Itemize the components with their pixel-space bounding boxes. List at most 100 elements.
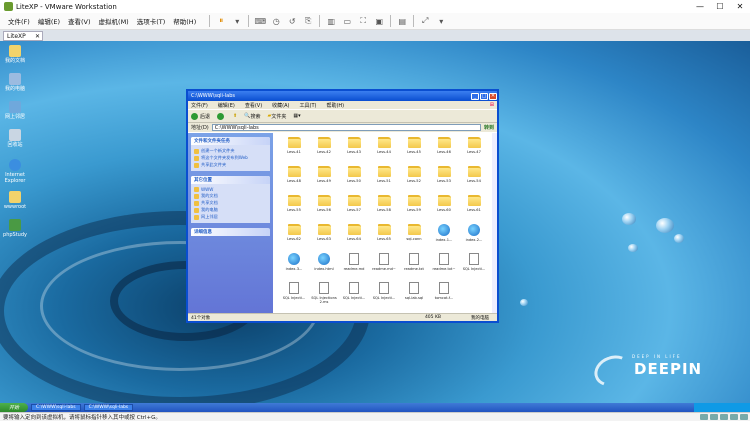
file-item[interactable]: readme.txt~	[429, 253, 459, 281]
file-item[interactable]: Less-41	[279, 137, 309, 165]
snapshot-icon[interactable]: ◷	[270, 15, 282, 27]
stretch-dropdown-icon[interactable]: ▾	[435, 15, 447, 27]
place-network[interactable]: 网上邻居	[194, 214, 267, 220]
ex-menu-edit[interactable]: 编辑(E)	[218, 102, 235, 109]
file-item[interactable]: SQL Injecti...	[459, 253, 489, 281]
snapshot-manager-icon[interactable]: ⎘	[302, 15, 314, 27]
forward-button[interactable]	[217, 112, 226, 120]
file-item[interactable]: Less-61	[459, 195, 489, 223]
dropdown-icon[interactable]: ▾	[231, 15, 243, 27]
file-item[interactable]: Less-62	[279, 224, 309, 252]
stretch-icon[interactable]: ⤢	[419, 15, 431, 27]
menu-edit[interactable]: 编辑(E)	[34, 16, 64, 26]
file-item[interactable]: Less-49	[309, 166, 339, 194]
file-item[interactable]: sql-conn	[399, 224, 429, 252]
desktop-icon-wwwroot[interactable]: wwwroot	[3, 191, 27, 210]
file-item[interactable]: Less-63	[309, 224, 339, 252]
explorer-window[interactable]: C:\WWW\sqli-labs _ □ ✕ 文件(F) 编辑(E) 查看(V)…	[186, 89, 499, 323]
file-item[interactable]: Less-42	[309, 137, 339, 165]
file-item[interactable]: sql-lab.sql	[399, 282, 429, 310]
file-item[interactable]: Less-50	[339, 166, 369, 194]
thumbnail-icon[interactable]: ▭	[341, 15, 353, 27]
file-item[interactable]: Less-48	[279, 166, 309, 194]
ex-menu-tools[interactable]: 工具(T)	[300, 102, 317, 109]
file-item[interactable]: Less-46	[429, 137, 459, 165]
desktop-icon-network[interactable]: 网上邻居	[3, 101, 27, 120]
file-list-scrollbar[interactable]	[492, 133, 497, 313]
details-header[interactable]: 详细信息	[191, 228, 270, 236]
desktop-icon-recycle-bin[interactable]: 回收站	[3, 129, 27, 148]
explorer-maximize-button[interactable]: □	[480, 92, 488, 100]
desktop-icon-my-documents[interactable]: 我的文档	[3, 45, 27, 64]
menu-file[interactable]: 文件(F)	[4, 16, 34, 26]
cdrom-icon[interactable]	[710, 414, 718, 420]
fullscreen-icon[interactable]: ⛶	[357, 15, 369, 27]
explorer-titlebar[interactable]: C:\WWW\sqli-labs _ □ ✕	[188, 91, 497, 101]
file-item[interactable]: SQL Injections 2.ms	[309, 282, 339, 310]
task-new-folder[interactable]: 创建一个新文件夹	[194, 148, 267, 154]
up-folder-button[interactable]: ⬆	[233, 113, 237, 119]
file-item[interactable]: readme.txt	[399, 253, 429, 281]
address-field[interactable]: C:\WWW\sqli-labs	[211, 124, 481, 131]
tab-close-icon[interactable]: ✕	[35, 33, 40, 40]
search-button[interactable]: 🔍 搜索	[244, 113, 260, 120]
file-item[interactable]: Less-58	[369, 195, 399, 223]
place-www[interactable]: WWW	[194, 187, 267, 192]
file-item[interactable]: Less-52	[399, 166, 429, 194]
ex-menu-favorites[interactable]: 收藏(A)	[272, 102, 289, 109]
file-item[interactable]: index-3...	[279, 253, 309, 281]
file-item[interactable]: SQL Injecti...	[279, 282, 309, 310]
desktop-icon-my-computer[interactable]: 我的电脑	[3, 73, 27, 92]
file-item[interactable]: tomcat-f...	[429, 282, 459, 310]
usb-icon[interactable]	[730, 414, 738, 420]
file-item[interactable]: SQL Injecti...	[369, 282, 399, 310]
file-item[interactable]: Less-60	[429, 195, 459, 223]
taskbar-item[interactable]: C:\WWW\sqli-labs	[83, 404, 134, 411]
network-adapter-icon[interactable]	[720, 414, 728, 420]
show-library-icon[interactable]: ▥	[325, 15, 337, 27]
file-item[interactable]: readme.md	[339, 253, 369, 281]
file-item[interactable]: Less-64	[339, 224, 369, 252]
tab-litexp[interactable]: LiteXP ✕	[3, 31, 43, 41]
maximize-button[interactable]: ☐	[710, 0, 730, 13]
menu-vm[interactable]: 虚拟机(M)	[95, 16, 133, 26]
file-item[interactable]: Less-59	[399, 195, 429, 223]
explorer-minimize-button[interactable]: _	[471, 92, 479, 100]
ex-menu-file[interactable]: 文件(F)	[191, 102, 208, 109]
sound-icon[interactable]	[740, 414, 748, 420]
folders-button[interactable]: ▰ 文件夹	[267, 113, 286, 120]
file-item[interactable]: Less-56	[309, 195, 339, 223]
desktop-icon-phpstudy[interactable]: phpStudy	[3, 219, 27, 238]
file-item[interactable]: Less-51	[369, 166, 399, 194]
explorer-close-button[interactable]: ✕	[489, 92, 497, 100]
file-item[interactable]: index-2...	[459, 224, 489, 252]
file-item[interactable]: SQL Injecti...	[339, 282, 369, 310]
menu-help[interactable]: 帮助(H)	[169, 16, 200, 26]
place-my-documents[interactable]: 我的文档	[194, 193, 267, 199]
file-item[interactable]: Less-55	[279, 195, 309, 223]
hdd-icon[interactable]	[700, 414, 708, 420]
close-button[interactable]: ✕	[730, 0, 750, 13]
file-item[interactable]: Less-45	[399, 137, 429, 165]
place-shared-documents[interactable]: 共享文档	[194, 200, 267, 206]
file-item[interactable]: Less-54	[459, 166, 489, 194]
menu-view[interactable]: 查看(V)	[64, 16, 95, 26]
file-item[interactable]: index-1...	[429, 224, 459, 252]
power-icon[interactable]: ⏸	[215, 15, 227, 27]
go-button[interactable]: 转到	[484, 124, 494, 131]
file-item[interactable]: index.html	[309, 253, 339, 281]
other-places-header[interactable]: 其它位置	[191, 176, 270, 184]
file-item[interactable]: Less-53	[429, 166, 459, 194]
task-publish-web[interactable]: 将这个文件夹发布到Web	[194, 155, 267, 161]
ex-menu-view[interactable]: 查看(V)	[245, 102, 262, 109]
guest-desktop[interactable]: 我的文档 我的电脑 网上邻居 回收站 Internet Explorer www…	[0, 41, 750, 412]
menu-tabs[interactable]: 选项卡(T)	[133, 16, 170, 26]
taskbar-item[interactable]: C:\WWW\sqli-labs	[31, 404, 81, 411]
minimize-button[interactable]: —	[690, 0, 710, 13]
views-button[interactable]: ▦▾	[293, 113, 300, 119]
console-icon[interactable]: ▤	[396, 15, 408, 27]
task-share-folder[interactable]: 共享此文件夹	[194, 162, 267, 168]
unity-icon[interactable]: ▣	[373, 15, 385, 27]
file-item[interactable]: Less-44	[369, 137, 399, 165]
send-keys-icon[interactable]: ⌨	[254, 15, 266, 27]
